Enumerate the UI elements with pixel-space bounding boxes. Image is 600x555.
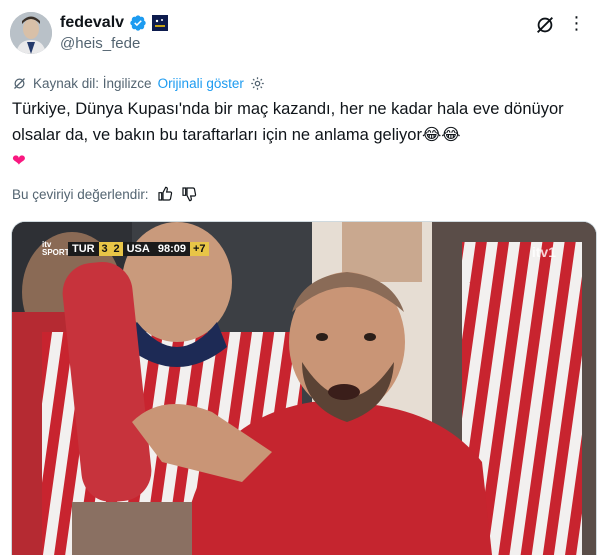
heart-emoji: ❤	[12, 152, 26, 170]
tweet-text: Türkiye, Dünya Kupası'nda bir maç kazand…	[12, 100, 564, 144]
channel-watermark: itv1	[531, 244, 556, 260]
grok-icon[interactable]	[534, 14, 556, 36]
rate-translation-label: Bu çeviriyi değerlendir:	[12, 186, 149, 202]
channel-logo: itv SPORT	[42, 240, 70, 257]
match-clock: 98:09	[153, 242, 190, 256]
translation-info: Kaynak dil: İngilizce Orijinali göster	[12, 76, 265, 91]
thumbs-up-icon[interactable]	[157, 186, 173, 202]
tweet-media-image[interactable]: itv SPORT TUR 3 2 USA 98:09 +7 itv1	[11, 221, 597, 555]
score-home: 3	[98, 242, 111, 256]
grok-translate-icon	[14, 78, 25, 89]
show-original-link[interactable]: Orijinali göster	[158, 76, 244, 91]
tweet-body: Türkiye, Dünya Kupası'nda bir maç kazand…	[12, 96, 582, 174]
scorebug: itv SPORT TUR 3 2 USA 98:09 +7	[42, 240, 209, 257]
fans-photo	[12, 222, 596, 555]
author-handle[interactable]: @heis_fede	[60, 35, 140, 52]
more-options-icon[interactable]: ⋮	[566, 14, 588, 36]
rate-translation: Bu çeviriyi değerlendir:	[12, 186, 197, 202]
thumbs-down-icon[interactable]	[181, 186, 197, 202]
team-home: TUR	[68, 242, 99, 256]
score-away: 2	[110, 242, 123, 256]
affiliate-badge-icon[interactable]	[152, 15, 169, 31]
display-name[interactable]: fedevalv	[60, 14, 124, 32]
settings-gear-icon[interactable]	[250, 76, 265, 91]
avatar[interactable]	[10, 12, 52, 54]
source-language-label: Kaynak dil: İngilizce	[33, 76, 152, 91]
added-time: +7	[189, 242, 209, 256]
team-away: USA	[122, 242, 154, 256]
tweet-header: fedevalv @heis_fede ⋮	[10, 12, 590, 56]
verified-badge-icon	[129, 14, 147, 32]
